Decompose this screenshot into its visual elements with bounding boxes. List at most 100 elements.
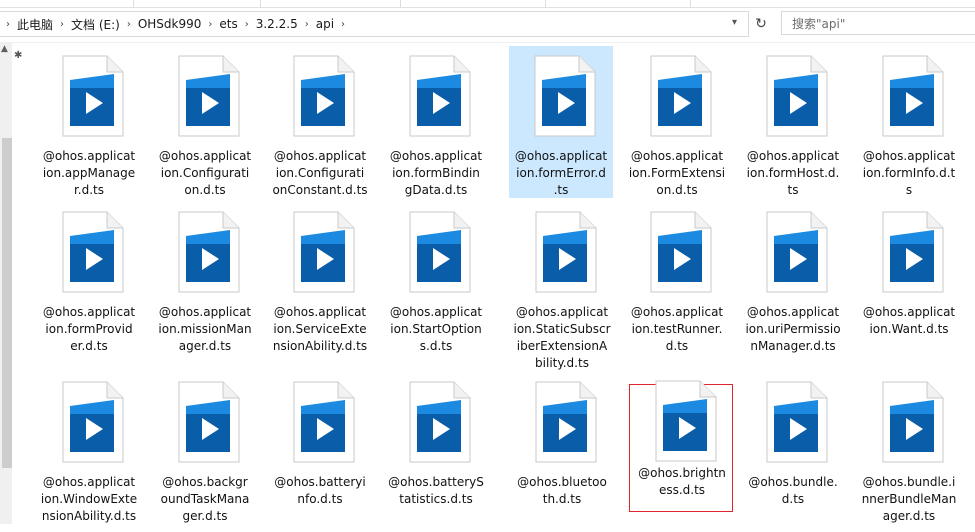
file-name-label: @ohos.applicat ion.formBindin gData.d.ts [384, 148, 488, 199]
file-item[interactable]: @ohos.applicat ion.StartOption s.d.ts [384, 202, 488, 374]
file-name-line: @ohos.batteryi [274, 475, 366, 489]
ts-file-play-icon [292, 210, 356, 294]
ribbon-divider [690, 0, 691, 7]
file-item[interactable]: @ohos.bundle.i nnerBundleMan ager.d.ts [857, 372, 961, 532]
breadcrumb-separator-icon[interactable]: › [305, 19, 309, 30]
file-name-line: ess.d.ts [658, 483, 706, 497]
file-name-line: th.d.ts [542, 492, 582, 506]
breadcrumb-item-api[interactable]: api [316, 17, 334, 31]
file-name-line: ts [787, 183, 799, 197]
file-item[interactable]: @ohos.applicat ion.formProvid er.d.ts [37, 202, 141, 374]
file-item[interactable]: @ohos.applicat ion.formInfo.d.t s [857, 46, 961, 198]
file-name-line: d.ts [781, 492, 805, 506]
file-item[interactable]: @ohos.applicat ion.Configurati onConstant.… [268, 46, 372, 198]
file-name-label: @ohos.applicat ion.formInfo.d.t s [857, 148, 961, 199]
file-name-label: @ohos.applicat ion.appManage r.d.ts [37, 148, 141, 199]
file-item[interactable]: @ohos.applicat ion.formError.d .ts [509, 46, 613, 198]
file-item[interactable]: @ohos.batteryi nfo.d.ts [268, 372, 372, 532]
breadcrumb-separator-icon[interactable]: › [245, 19, 249, 30]
file-item[interactable]: @ohos.bundle. d.ts [741, 372, 845, 532]
ts-file-play-icon [534, 380, 598, 464]
file-name-line: @ohos.applicat [746, 149, 840, 163]
file-name-line: ion.appManage [42, 166, 136, 180]
file-name-line: @ohos.applicat [42, 305, 136, 319]
ribbon-remnant [0, 0, 975, 8]
file-item[interactable]: @ohos.applicat ion.appManage r.d.ts [37, 46, 141, 198]
breadcrumb-separator-icon[interactable]: › [60, 19, 64, 30]
ribbon-divider [545, 0, 546, 7]
file-item[interactable]: @ohos.applicat ion.missionMan ager.d.ts [153, 202, 257, 374]
ts-file-play-icon [881, 380, 945, 464]
file-name-line: ion.formError.d [516, 166, 606, 180]
file-name-label: @ohos.applicat ion.formProvid er.d.ts [37, 304, 141, 355]
file-name-label: @ohos.applicat ion.missionMan ager.d.ts [153, 304, 257, 355]
breadcrumb-item-version[interactable]: 3.2.2.5 [256, 17, 298, 31]
ts-file-play-icon [61, 380, 125, 464]
refresh-button[interactable]: ↻ [750, 11, 772, 37]
ts-file-play-icon [765, 380, 829, 464]
file-item[interactable]: @ohos.bluetoo th.d.ts [510, 372, 614, 532]
search-box[interactable] [781, 11, 975, 35]
breadcrumb-separator-icon[interactable]: › [208, 19, 212, 30]
file-name-line: d.ts [665, 339, 689, 353]
address-bar[interactable]: › 此电脑 › 文档 (E:) › OHSdk990 › ets › 3.2.2… [0, 11, 749, 37]
file-name-line: @ohos.applicat [862, 149, 956, 163]
file-item[interactable]: @ohos.batteryS tatistics.d.ts [384, 372, 488, 532]
ts-file-play-icon [408, 210, 472, 294]
file-name-line: on.d.ts [184, 183, 226, 197]
file-item[interactable]: @ohos.backgr oundTaskMana ger.d.ts [153, 372, 257, 532]
file-item[interactable]: @ohos.applicat ion.WindowExte nsionAbility… [37, 372, 141, 532]
file-name-line: @ohos.batteryS [388, 475, 484, 489]
address-dropdown-icon[interactable]: ▾ [732, 17, 737, 28]
file-name-line: @ohos.applicat [273, 149, 367, 163]
ts-file-play-icon [292, 54, 356, 138]
file-name-line: @ohos.applicat [389, 305, 483, 319]
ts-file-play-icon [408, 54, 472, 138]
file-name-line: ger.d.ts [182, 509, 228, 523]
file-name-line: er.d.ts [70, 339, 108, 353]
file-item[interactable]: @ohos.applicat ion.testRunner. d.ts [625, 202, 729, 374]
file-name-line: @ohos.backgr [162, 475, 248, 489]
file-item[interactable]: @ohos.applicat ion.FormExtensi on.d.ts [625, 46, 729, 198]
file-name-line: @ohos.bundle. [748, 475, 838, 489]
ts-file-play-icon [534, 210, 598, 294]
ts-file-play-icon [654, 379, 718, 463]
ts-file-play-icon [61, 54, 125, 138]
ts-file-play-icon [177, 210, 241, 294]
file-name-line: ion.formHost.d. [746, 166, 840, 180]
file-item[interactable]: @ohos.applicat ion.Configurati on.d.ts [153, 46, 257, 198]
ts-file-play-icon [61, 210, 125, 294]
breadcrumb-separator-icon: › [6, 18, 10, 30]
ts-file-play-icon [533, 54, 597, 138]
file-name-line: ion.uriPermissio [745, 322, 841, 336]
file-item[interactable]: @ohos.brightn ess.d.ts [629, 380, 733, 512]
file-name-line: @ohos.applicat [158, 305, 252, 319]
breadcrumb-separator-icon[interactable]: › [341, 19, 345, 30]
breadcrumb-item-ohsdk[interactable]: OHSdk990 [138, 17, 202, 31]
file-item[interactable]: @ohos.applicat ion.formHost.d. ts [741, 46, 845, 198]
ts-file-play-icon [649, 54, 713, 138]
ts-file-play-icon [765, 210, 829, 294]
ts-file-play-icon [292, 380, 356, 464]
file-name-line: ion.StaticSubscr [513, 322, 611, 336]
file-name-line: @ohos.bluetoo [517, 475, 607, 489]
file-item[interactable]: @ohos.applicat ion.StaticSubscr iberExtens… [510, 202, 614, 374]
file-item[interactable]: @ohos.applicat ion.Want.d.ts [857, 202, 961, 374]
breadcrumb-separator-icon[interactable]: › [127, 19, 131, 30]
file-name-line: ion.formInfo.d.t [862, 166, 956, 180]
file-item[interactable]: @ohos.applicat ion.uriPermissio nManager.d… [741, 202, 845, 374]
file-name-line: s.d.ts [419, 339, 453, 353]
search-input[interactable] [790, 13, 964, 35]
file-name-line: @ohos.applicat [515, 305, 609, 319]
file-item[interactable]: @ohos.applicat ion.ServiceExte nsionAbilit… [268, 202, 372, 374]
file-name-label: @ohos.batteryi nfo.d.ts [268, 474, 372, 508]
breadcrumb-item-this-pc[interactable]: 此电脑 [17, 16, 53, 33]
file-name-line: .ts [553, 183, 569, 197]
file-name-label: @ohos.applicat ion.WindowExte nsionAbility… [37, 474, 141, 525]
file-item[interactable]: @ohos.applicat ion.formBindin gData.d.ts [384, 46, 488, 198]
breadcrumb-item-ets[interactable]: ets [219, 17, 237, 31]
file-name-label: @ohos.bluetoo th.d.ts [510, 474, 614, 508]
file-name-line: gData.d.ts [404, 183, 468, 197]
breadcrumb-item-drive[interactable]: 文档 (E:) [71, 16, 120, 33]
file-name-label: @ohos.applicat ion.StartOption s.d.ts [384, 304, 488, 355]
